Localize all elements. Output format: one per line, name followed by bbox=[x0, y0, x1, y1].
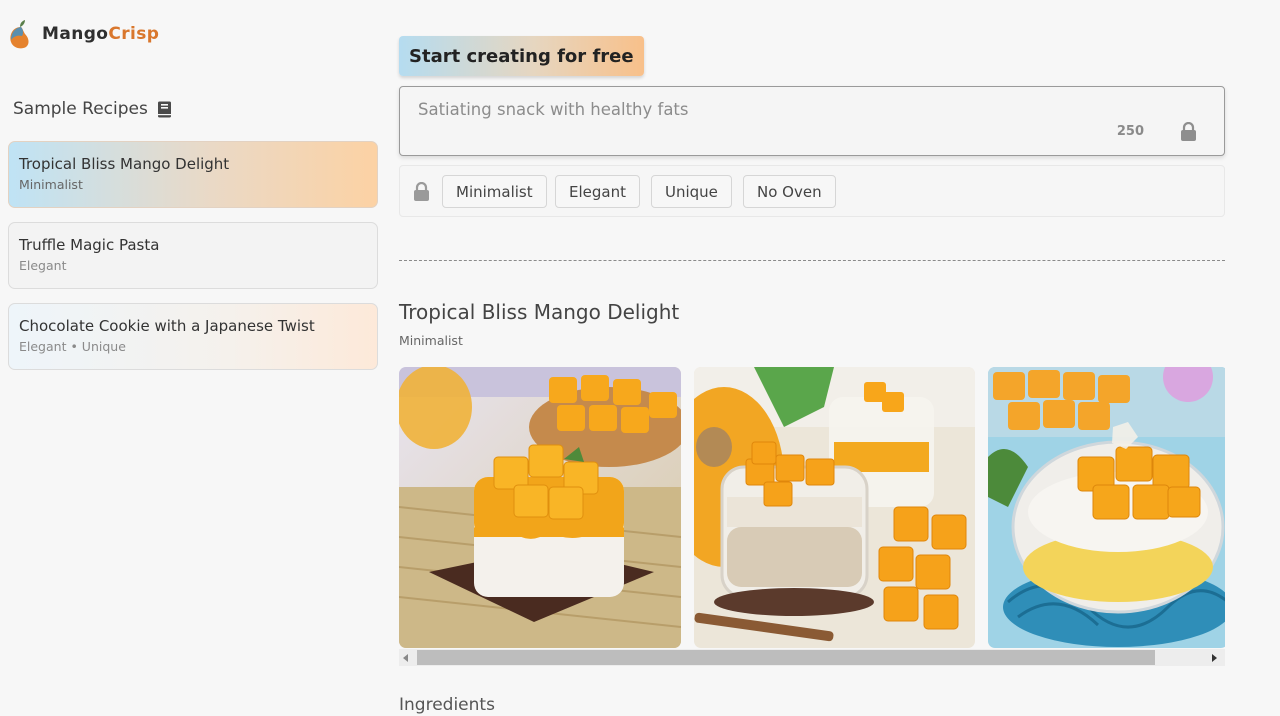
scrollbar-thumb[interactable] bbox=[417, 650, 1155, 665]
brand-logo[interactable]: MangoCrisp bbox=[8, 18, 159, 50]
scroll-right-arrow-icon[interactable] bbox=[1212, 654, 1217, 662]
section-divider bbox=[399, 260, 1225, 261]
mango-logo-icon bbox=[8, 18, 34, 50]
recipe-tags: Minimalist bbox=[19, 177, 83, 192]
lock-icon bbox=[1180, 121, 1197, 141]
recipe-photo-gallery[interactable] bbox=[399, 367, 1225, 649]
recipe-tags: Elegant bbox=[19, 258, 67, 273]
tag-selector: Minimalist Elegant Unique No Oven bbox=[399, 165, 1225, 217]
sidebar-recipe-chocolate-cookie[interactable]: Chocolate Cookie with a Japanese Twist E… bbox=[8, 303, 378, 370]
sidebar-heading-label: Sample Recipes bbox=[13, 99, 148, 119]
brand-name-part1: Mango bbox=[42, 24, 109, 44]
brand-name: MangoCrisp bbox=[42, 24, 159, 44]
brand-name-part2: Crisp bbox=[108, 24, 160, 44]
mango-yogurt-bowl-photo bbox=[988, 367, 1225, 648]
ingredients-heading: Ingredients bbox=[399, 695, 495, 715]
recipe-prompt-input[interactable]: Satiating snack with healthy fats 250 bbox=[399, 86, 1225, 156]
sidebar-recipe-tropical-bliss[interactable]: Tropical Bliss Mango Delight Minimalist bbox=[8, 141, 378, 208]
gallery-scrollbar[interactable] bbox=[399, 649, 1225, 666]
recipe-name: Truffle Magic Pasta bbox=[19, 236, 160, 254]
sidebar-heading: Sample Recipes bbox=[13, 99, 172, 119]
result-recipe-tags: Minimalist bbox=[399, 333, 463, 348]
tag-no-oven[interactable]: No Oven bbox=[743, 175, 836, 208]
scroll-left-arrow-icon[interactable] bbox=[403, 654, 408, 662]
recipe-name: Tropical Bliss Mango Delight bbox=[19, 155, 230, 173]
recipe-tags: Elegant • Unique bbox=[19, 339, 126, 354]
start-creating-button[interactable]: Start creating for free bbox=[399, 36, 644, 76]
mango-layered-dessert-photo bbox=[399, 367, 681, 648]
tag-unique[interactable]: Unique bbox=[651, 175, 732, 208]
book-icon bbox=[157, 101, 172, 118]
mango-rice-pudding-photo bbox=[694, 367, 975, 648]
sidebar-recipe-truffle-pasta[interactable]: Truffle Magic Pasta Elegant bbox=[8, 222, 378, 289]
tag-elegant[interactable]: Elegant bbox=[555, 175, 640, 208]
char-count: 250 bbox=[1116, 124, 1144, 139]
prompt-text: Satiating snack with healthy fats bbox=[418, 100, 689, 119]
recipe-name: Chocolate Cookie with a Japanese Twist bbox=[19, 317, 315, 335]
tag-minimalist[interactable]: Minimalist bbox=[442, 175, 547, 208]
lock-icon bbox=[413, 181, 430, 201]
result-recipe-title: Tropical Bliss Mango Delight bbox=[399, 300, 680, 324]
